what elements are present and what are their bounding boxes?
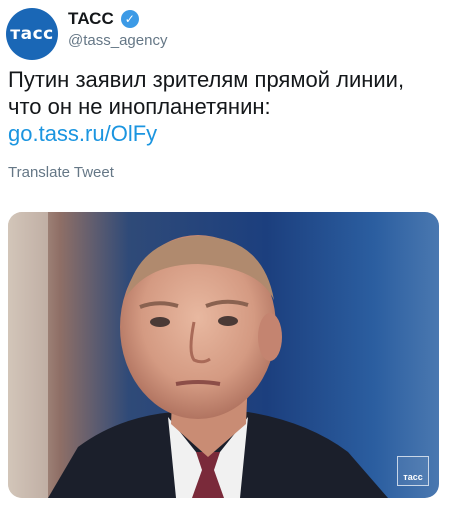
tweet-photo[interactable]: тасс bbox=[8, 212, 439, 498]
verified-badge-icon: ✓ bbox=[120, 10, 139, 28]
account-name[interactable]: ТАСС bbox=[68, 9, 114, 29]
account-name-row: ТАСС ✓ bbox=[68, 9, 139, 29]
tweet-text: Путин заявил зрителям прямой линии, что … bbox=[8, 66, 438, 147]
portrait-illustration bbox=[8, 212, 439, 498]
avatar-logo-text: тасс bbox=[10, 24, 54, 44]
account-handle[interactable]: @tass_agency bbox=[68, 32, 167, 49]
tweet-text-line-1: Путин заявил зрителям прямой линии, bbox=[8, 67, 405, 92]
tass-watermark: тасс bbox=[397, 456, 429, 486]
tweet-text-line-2: что он не инопланетянин: bbox=[8, 94, 271, 119]
tass-avatar[interactable]: тасс bbox=[6, 8, 58, 60]
tweet-link[interactable]: go.tass.ru/OlFy bbox=[8, 120, 438, 147]
translate-tweet-link[interactable]: Translate Tweet bbox=[8, 164, 114, 181]
